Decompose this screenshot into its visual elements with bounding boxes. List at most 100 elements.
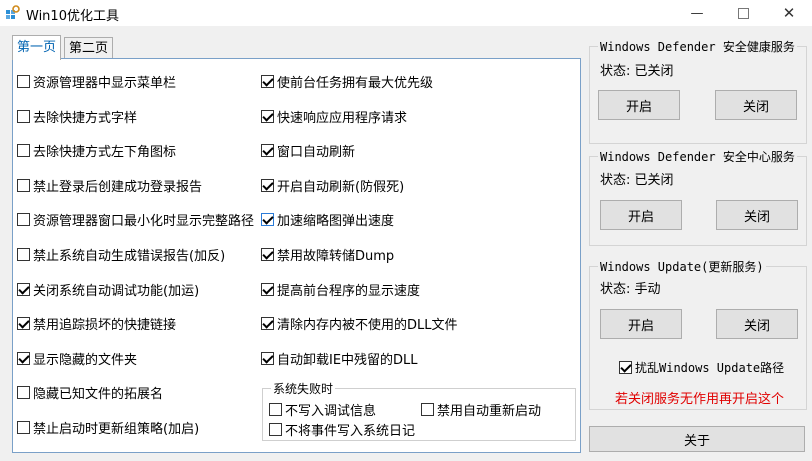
checkbox-label: 提高前台程序的显示速度 [277, 283, 421, 299]
no-debug-info-checkbox[interactable]: 不写入调试信息 [269, 400, 376, 419]
left-option-checkbox-4[interactable]: 资源管理器窗口最小化时显示完整路径 [17, 210, 254, 229]
right-option-checkbox-6[interactable]: 提高前台程序的显示速度 [261, 280, 420, 299]
checkbox-label: 资源管理器中显示菜单栏 [33, 76, 177, 91]
warning-text: 若关闭服务无作用再开启这个 [615, 392, 785, 407]
checkbox-box[interactable] [17, 421, 30, 434]
service-status: 状态: 手动 [600, 282, 661, 297]
checkbox-box[interactable] [261, 351, 274, 365]
service-title: Windows Defender 安全中心服务 [598, 148, 797, 165]
checkbox-label: 禁用自动重新启动 [437, 404, 542, 419]
left-option-checkbox-1[interactable]: 去除快捷方式字样 [17, 107, 137, 126]
checkbox-label: 扰乱Windows Update路径 [635, 361, 785, 375]
tab-page-2[interactable]: 第二页 [64, 37, 114, 59]
checkbox-label: 不将事件写入系统日记 [285, 424, 416, 439]
checkbox-box[interactable] [17, 386, 30, 400]
checkbox-box[interactable] [17, 109, 30, 123]
checkbox-box[interactable] [17, 282, 30, 296]
left-option-checkbox-3[interactable]: 禁止登录后创建成功登录报告 [17, 176, 202, 195]
disable-button[interactable]: 关闭 [716, 309, 798, 339]
service-status: 状态: 已关闭 [600, 64, 674, 79]
maximize-icon [737, 7, 749, 19]
service-title: Windows Update(更新服务) [598, 258, 766, 275]
checkbox-box[interactable] [619, 361, 632, 374]
checkbox-box[interactable] [17, 248, 30, 261]
right-option-checkbox-1[interactable]: 快速响应应用程序请求 [261, 107, 407, 126]
about-button[interactable]: 关于 [589, 426, 805, 452]
right-option-checkbox-8[interactable]: 自动卸载IE中残留的DLL [261, 349, 418, 368]
right-option-checkbox-4[interactable]: 加速缩略图弹出速度 [261, 210, 394, 229]
checkbox-label: 禁止系统自动生成错误报告(加反) [33, 249, 226, 264]
service-title: Windows Defender 安全健康服务 [598, 38, 797, 55]
title-bar: Win10优化工具 — ✕ [0, 0, 812, 26]
checkbox-box[interactable] [17, 317, 30, 331]
checkbox-label: 不写入调试信息 [285, 404, 377, 419]
left-option-checkbox-8[interactable]: 显示隐藏的文件夹 [17, 349, 137, 368]
left-option-checkbox-10[interactable]: 禁止启动时更新组策略(加启) [17, 418, 199, 437]
left-option-checkbox-9[interactable]: 隐藏已知文件的拓展名 [17, 383, 163, 402]
checkbox-label: 资源管理器窗口最小化时显示完整路径 [33, 214, 255, 230]
checkbox-label: 禁用追踪损坏的快捷链接 [33, 318, 177, 334]
checkbox-box[interactable] [261, 248, 274, 261]
checkbox-box[interactable] [261, 178, 274, 192]
right-option-checkbox-3[interactable]: 开启自动刷新(防假死) [261, 176, 404, 195]
checkbox-label: 加速缩略图弹出速度 [277, 214, 395, 230]
maximize-button[interactable] [720, 0, 766, 26]
checkbox-box[interactable] [261, 317, 274, 331]
disable-auto-restart-checkbox[interactable]: 禁用自动重新启动 [421, 400, 541, 419]
minimize-button[interactable]: — [674, 0, 720, 26]
checkbox-label: 清除内存内被不使用的DLL文件 [277, 318, 458, 334]
checkbox-box[interactable] [261, 109, 274, 123]
right-option-checkbox-5[interactable]: 禁用故障转储Dump [261, 245, 394, 264]
checkbox-label: 快速响应应用程序请求 [277, 110, 408, 126]
checkbox-label: 关闭系统自动调试功能(加运) [33, 283, 200, 299]
checkbox-label: 禁用故障转储Dump [277, 249, 395, 264]
right-option-checkbox-7[interactable]: 清除内存内被不使用的DLL文件 [261, 314, 458, 333]
window-title: Win10优化工具 [26, 9, 119, 24]
checkbox-label: 禁止登录后创建成功登录报告 [33, 179, 203, 195]
disrupt-update-path-checkbox[interactable]: 扰乱Windows Update路径 [619, 359, 784, 376]
left-option-checkbox-5[interactable]: 禁止系统自动生成错误报告(加反) [17, 245, 225, 264]
checkbox-label: 去除快捷方式左下角图标 [33, 145, 177, 161]
enable-button[interactable]: 开启 [600, 200, 682, 230]
checkbox-label: 隐藏已知文件的拓展名 [33, 387, 164, 403]
left-option-checkbox-2[interactable]: 去除快捷方式左下角图标 [17, 141, 176, 160]
tab-panel: 资源管理器中显示菜单栏 去除快捷方式字样去除快捷方式左下角图标禁止登录后创建成功登… [12, 58, 581, 453]
enable-button[interactable]: 开启 [600, 309, 682, 339]
system-failure-group: 系统失败时 不写入调试信息 禁用自动重新启动 不将事件写入系统日记 [262, 380, 576, 441]
service-status: 状态: 已关闭 [600, 173, 674, 188]
close-button[interactable]: ✕ [766, 0, 812, 26]
enable-button[interactable]: 开启 [598, 90, 680, 120]
service-group-defender-center: Windows Defender 安全中心服务 状态: 已关闭 开启 关闭 [589, 148, 807, 246]
checkbox-box[interactable] [17, 75, 30, 88]
checkbox-label: 使前台任务拥有最大优先级 [277, 76, 434, 91]
checkbox-box[interactable] [421, 403, 434, 416]
checkbox-box[interactable] [17, 178, 30, 192]
checkbox-label: 显示隐藏的文件夹 [33, 352, 138, 368]
right-option-checkbox-0[interactable]: 使前台任务拥有最大优先级 [261, 72, 433, 91]
left-option-checkbox-6[interactable]: 关闭系统自动调试功能(加运) [17, 280, 199, 299]
no-event-log-checkbox[interactable]: 不将事件写入系统日记 [269, 420, 415, 439]
system-failure-title: 系统失败时 [271, 380, 336, 397]
disable-button[interactable]: 关闭 [716, 200, 798, 230]
checkbox-label: 自动卸载IE中残留的DLL [277, 352, 418, 368]
checkbox-box[interactable] [17, 351, 30, 365]
checkbox-box[interactable] [261, 282, 274, 296]
tab-page-1[interactable]: 第一页 [12, 35, 62, 60]
checkbox-box[interactable] [269, 403, 282, 416]
checkbox-box[interactable] [261, 75, 274, 88]
left-option-checkbox-0[interactable]: 资源管理器中显示菜单栏 [17, 72, 176, 91]
checkbox-box[interactable] [269, 423, 282, 436]
checkbox-box[interactable] [261, 213, 274, 227]
checkbox-label: 禁止启动时更新组策略(加启) [33, 422, 200, 437]
left-option-checkbox-7[interactable]: 禁用追踪损坏的快捷链接 [17, 314, 176, 333]
app-icon [6, 5, 20, 19]
disable-button[interactable]: 关闭 [715, 90, 797, 120]
checkbox-box[interactable] [17, 144, 30, 158]
service-group-defender-health: Windows Defender 安全健康服务 状态: 已关闭 开启 关闭 [589, 38, 807, 144]
checkbox-label: 开启自动刷新(防假死) [277, 179, 405, 195]
checkbox-box[interactable] [261, 144, 274, 158]
right-option-checkbox-2[interactable]: 窗口自动刷新 [261, 141, 355, 160]
checkbox-label: 窗口自动刷新 [277, 145, 356, 161]
checkbox-label: 去除快捷方式字样 [33, 110, 138, 126]
checkbox-box[interactable] [17, 213, 30, 227]
